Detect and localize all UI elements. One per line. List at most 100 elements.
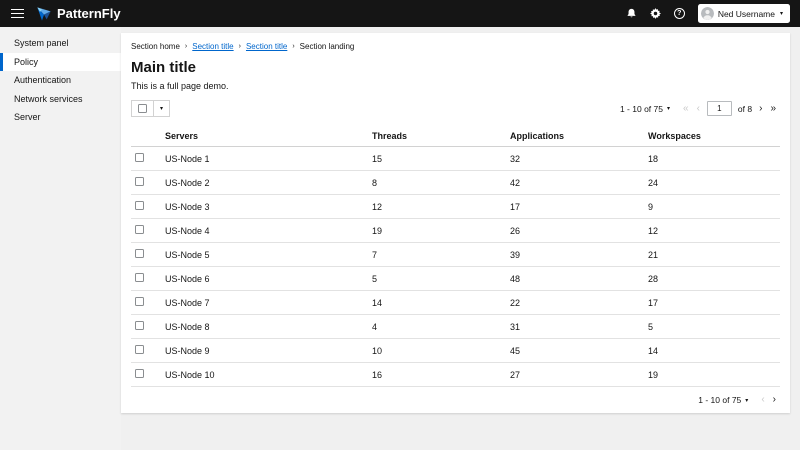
previous-page-button[interactable]: ‹ (693, 104, 704, 114)
first-page-button[interactable]: « (679, 104, 693, 114)
table-row: US-Node 10 16 27 19 (131, 363, 780, 387)
row-checkbox[interactable] (135, 225, 144, 234)
row-checkbox-cell (131, 219, 157, 243)
previous-page-button[interactable]: ‹ (757, 395, 768, 405)
cell-applications: 26 (502, 219, 640, 243)
sidebar-item-network-services[interactable]: Network services (0, 90, 121, 109)
column-header-threads: Threads (364, 125, 502, 147)
pagination-top: 1 - 10 of 75 ▾ « ‹ of 8 › » (616, 101, 780, 116)
row-checkbox[interactable] (135, 249, 144, 258)
cell-server-name: US-Node 3 (157, 195, 364, 219)
patternfly-logo-icon (36, 6, 52, 22)
brand-name: PatternFly (57, 6, 121, 21)
cell-server-name: US-Node 4 (157, 219, 364, 243)
settings-button[interactable] (650, 8, 661, 19)
chevron-right-icon: › (239, 43, 241, 50)
sidebar-item-system-panel[interactable]: System panel (0, 34, 121, 53)
breadcrumb-item-current: Section landing (300, 42, 355, 51)
cell-workspaces: 5 (640, 315, 780, 339)
cell-workspaces: 12 (640, 219, 780, 243)
cell-applications: 48 (502, 267, 640, 291)
cell-threads: 10 (364, 339, 502, 363)
masthead: PatternFly ? Ned Username (0, 0, 800, 27)
toolbar: ▾ 1 - 10 of 75 ▾ « ‹ of 8 › » (131, 100, 780, 117)
cell-workspaces: 28 (640, 267, 780, 291)
cell-server-name: US-Node 9 (157, 339, 364, 363)
cell-workspaces: 21 (640, 243, 780, 267)
brand[interactable]: PatternFly (36, 6, 121, 22)
pagination-menu-toggle[interactable]: 1 - 10 of 75 ▾ (616, 104, 674, 114)
table-row: US-Node 9 10 45 14 (131, 339, 780, 363)
table-row: US-Node 1 15 32 18 (131, 147, 780, 171)
row-checkbox[interactable] (135, 297, 144, 306)
page-number-input[interactable] (707, 101, 732, 116)
header-checkbox-cell (131, 125, 157, 147)
bulk-select-checkbox-section (132, 101, 154, 116)
cell-server-name: US-Node 8 (157, 315, 364, 339)
page-title: Main title (131, 59, 780, 76)
notifications-button[interactable] (626, 8, 637, 19)
pagination-menu-toggle[interactable]: 1 - 10 of 75 ▾ (694, 395, 752, 405)
column-header-workspaces: Workspaces (640, 125, 780, 147)
sidebar-item-server[interactable]: Server (0, 108, 121, 127)
row-checkbox[interactable] (135, 153, 144, 162)
cell-workspaces: 19 (640, 363, 780, 387)
row-checkbox[interactable] (135, 201, 144, 210)
masthead-utilities: ? Ned Username ▾ (626, 4, 790, 23)
cell-workspaces: 18 (640, 147, 780, 171)
next-page-button[interactable]: › (769, 395, 780, 405)
next-page-button[interactable]: › (755, 104, 766, 114)
help-button[interactable]: ? (674, 8, 685, 19)
chevron-right-icon: › (185, 43, 187, 50)
sidebar-item-authentication[interactable]: Authentication (0, 71, 121, 90)
column-header-applications: Applications (502, 125, 640, 147)
cell-threads: 5 (364, 267, 502, 291)
table-row: US-Node 3 12 17 9 (131, 195, 780, 219)
cell-applications: 31 (502, 315, 640, 339)
servers-table: Servers Threads Applications Workspaces … (131, 125, 780, 387)
nav-toggle-button[interactable] (7, 5, 28, 23)
cell-workspaces: 24 (640, 171, 780, 195)
row-checkbox[interactable] (135, 345, 144, 354)
breadcrumb-link-section-title-2[interactable]: Section title (246, 42, 287, 51)
hamburger-icon (11, 9, 24, 11)
cell-applications: 32 (502, 147, 640, 171)
row-checkbox[interactable] (135, 321, 144, 330)
main-content: Section home › Section title › Section t… (121, 27, 800, 450)
card-footer: 1 - 10 of 75 ▾ ‹ › (131, 387, 780, 405)
caret-down-icon: ▾ (667, 105, 670, 112)
table-row: US-Node 8 4 31 5 (131, 315, 780, 339)
cell-threads: 4 (364, 315, 502, 339)
bulk-select-toggle[interactable]: ▾ (154, 101, 169, 116)
chevron-down-icon: ▾ (780, 10, 783, 17)
table-row: US-Node 4 19 26 12 (131, 219, 780, 243)
table-header-row: Servers Threads Applications Workspaces (131, 125, 780, 147)
table-row: US-Node 2 8 42 24 (131, 171, 780, 195)
caret-down-icon: ▾ (160, 105, 163, 112)
cell-applications: 27 (502, 363, 640, 387)
breadcrumb-link-section-title-1[interactable]: Section title (192, 42, 233, 51)
user-menu[interactable]: Ned Username ▾ (698, 4, 790, 23)
last-page-button[interactable]: » (766, 104, 780, 114)
select-all-checkbox[interactable] (138, 104, 147, 113)
breadcrumb-item-home: Section home (131, 42, 180, 51)
row-checkbox-cell (131, 195, 157, 219)
question-icon: ? (674, 8, 685, 19)
cell-server-name: US-Node 2 (157, 171, 364, 195)
sidebar-item-policy[interactable]: Policy (0, 53, 121, 72)
row-checkbox-cell (131, 291, 157, 315)
pagination-bottom: 1 - 10 of 75 ▾ ‹ › (694, 395, 780, 405)
table-row: US-Node 5 7 39 21 (131, 243, 780, 267)
caret-down-icon: ▾ (745, 397, 748, 404)
row-checkbox[interactable] (135, 177, 144, 186)
cell-threads: 15 (364, 147, 502, 171)
row-checkbox[interactable] (135, 273, 144, 282)
avatar (701, 7, 714, 20)
cell-workspaces: 17 (640, 291, 780, 315)
row-checkbox[interactable] (135, 369, 144, 378)
pagination-range-label: 1 - 10 of 75 (620, 104, 663, 114)
cell-threads: 14 (364, 291, 502, 315)
cell-workspaces: 9 (640, 195, 780, 219)
cell-workspaces: 14 (640, 339, 780, 363)
cell-applications: 45 (502, 339, 640, 363)
